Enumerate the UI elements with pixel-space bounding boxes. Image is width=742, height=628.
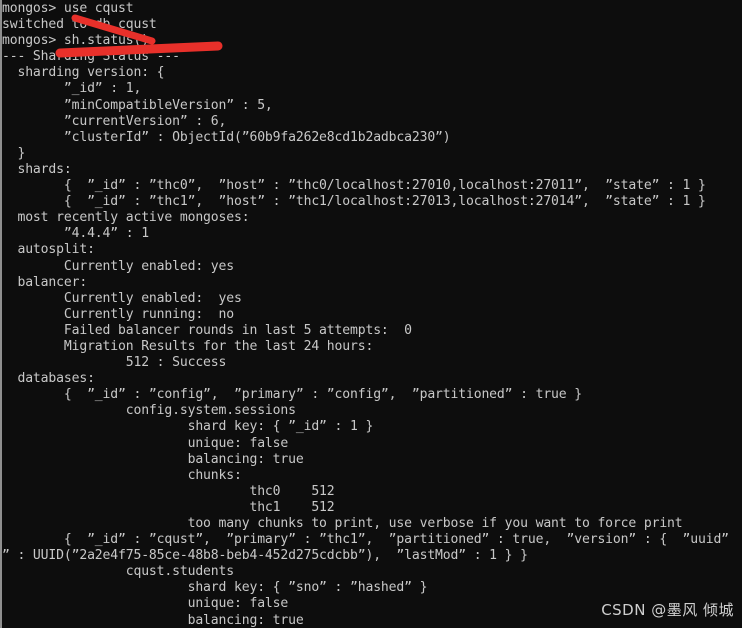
terminal-line: Migration Results for the last 24 hours: bbox=[2, 338, 374, 354]
terminal-line: ”clusterId” : ObjectId(”60b9fa262e8cd1b2… bbox=[2, 129, 451, 145]
terminal-line: { ”_id” : ”thc1”, ”host” : ”thc1/localho… bbox=[2, 194, 706, 210]
terminal-line: autosplit: bbox=[2, 242, 95, 258]
terminal-line: Currently enabled: yes bbox=[2, 258, 234, 274]
terminal-line: balancer: bbox=[2, 274, 88, 290]
terminal-line: Currently enabled: yes bbox=[2, 290, 242, 306]
terminal-line: ”minCompatibleVersion” : 5, bbox=[2, 97, 273, 113]
terminal-line: mongos> use cqust bbox=[2, 1, 134, 16]
terminal-line: { ”_id” : ”thc0”, ”host” : ”thc0/localho… bbox=[2, 178, 706, 194]
terminal-line: cqust.students bbox=[2, 564, 234, 580]
terminal-line: ”currentVersion” : 6, bbox=[2, 113, 227, 129]
terminal-window[interactable]: mongos> use cqust switched to db cqust mon… bbox=[0, 0, 742, 628]
terminal-line: shards: bbox=[2, 161, 72, 177]
terminal-line: too many chunks to print, use verbose if… bbox=[2, 516, 683, 531]
terminal-line: shard key: { ”sno” : ”hashed” } bbox=[2, 580, 428, 596]
terminal-line: thc0 512 bbox=[2, 483, 335, 499]
terminal-line: most recently active mongoses: bbox=[2, 210, 250, 226]
terminal-line: } bbox=[2, 145, 26, 161]
terminal-line: shard key: { ”_id” : 1 } bbox=[2, 419, 374, 435]
watermark-label: CSDN @墨风 倾城 bbox=[601, 601, 734, 619]
terminal-line: sharding version: { bbox=[2, 65, 165, 81]
terminal-line: databases: bbox=[2, 371, 95, 387]
terminal-line: mongos> sh.status() bbox=[2, 33, 149, 49]
terminal-line: ”_id” : 1, bbox=[2, 81, 142, 97]
terminal-line: config.system.sessions bbox=[2, 403, 296, 419]
terminal-line: Failed balancer rounds in last 5 attempt… bbox=[2, 322, 412, 338]
terminal-line: { ”_id” : ”cqust”, ”primary” : ”thc1”, ”… bbox=[2, 532, 729, 548]
terminal-line: 512 : Success bbox=[2, 355, 227, 371]
terminal-line: unique: false bbox=[2, 435, 289, 451]
terminal-line: switched to db cqust bbox=[2, 17, 157, 33]
terminal-line: ” : UUID(”2a2e4f75-85ce-48b8-beb4-452d27… bbox=[2, 548, 528, 564]
terminal-line: ”4.4.4” : 1 bbox=[2, 226, 149, 242]
terminal-line: --- Sharding Status --- bbox=[2, 49, 180, 65]
terminal-line: balancing: true bbox=[2, 451, 304, 467]
terminal-line: Currently running: no bbox=[2, 306, 234, 322]
terminal-output: mongos> use cqust switched to db cqust mon… bbox=[2, 0, 742, 628]
terminal-line: thc1 512 bbox=[2, 499, 335, 515]
terminal-line: chunks: bbox=[2, 467, 242, 483]
terminal-line: { ”_id” : ”config”, ”primary” : ”config”… bbox=[2, 387, 582, 403]
